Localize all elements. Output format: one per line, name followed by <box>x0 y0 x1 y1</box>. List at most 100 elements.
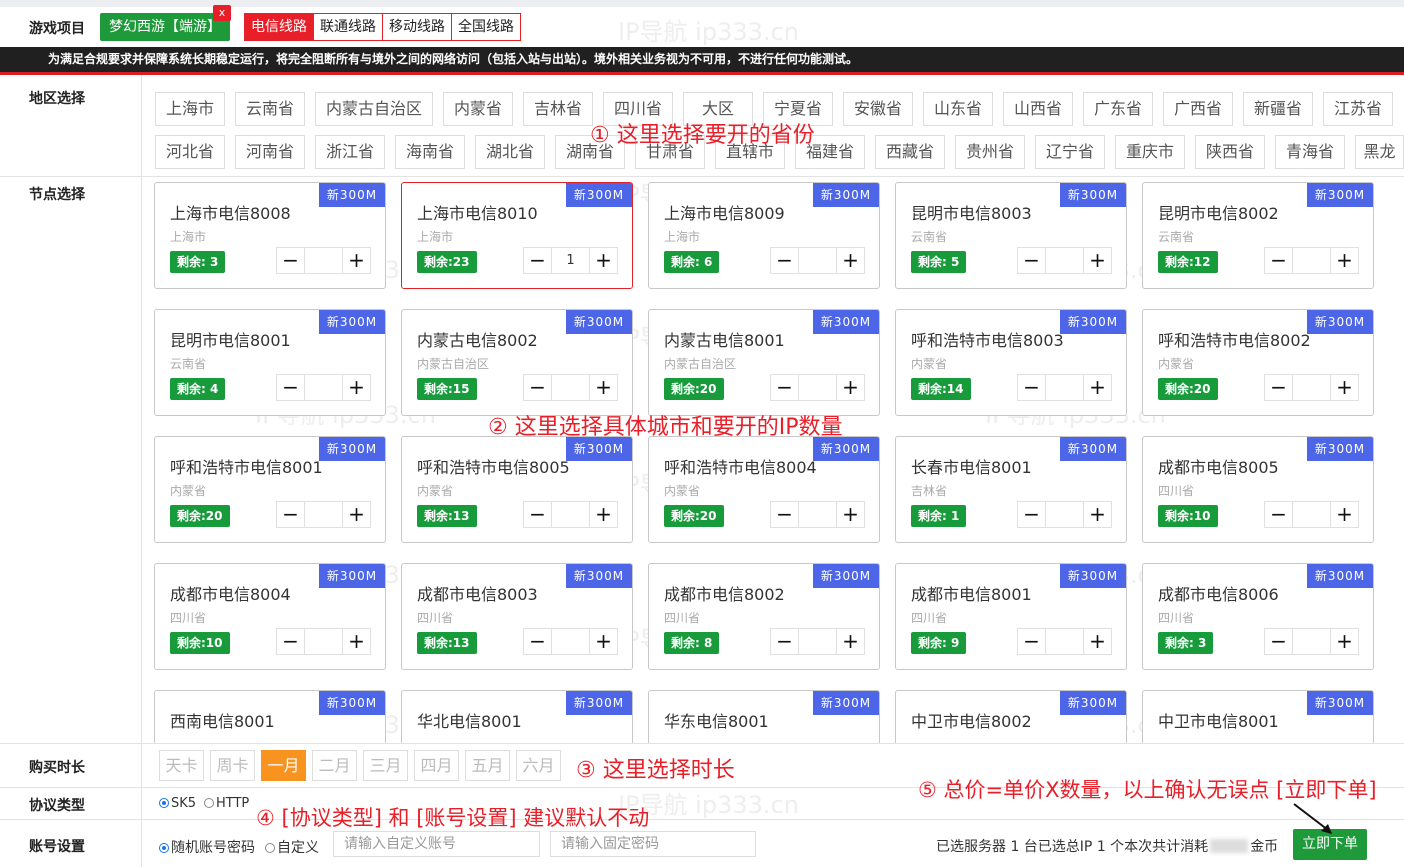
region-button[interactable]: 新疆省 <box>1243 92 1313 126</box>
plus-button[interactable]: + <box>343 248 370 273</box>
node-card[interactable]: 新300M 呼和浩特市电信8003 内蒙省 剩余:14− + <box>895 309 1127 416</box>
region-button[interactable]: 上海市 <box>155 92 225 126</box>
node-card[interactable]: 新300M 西南电信8001 <box>154 690 386 743</box>
line-tab-3[interactable]: 全国线路 <box>451 14 520 40</box>
node-card[interactable]: 新300M 成都市电信8002 四川省 剩余: 8− + <box>648 563 880 670</box>
quantity-input[interactable] <box>798 502 837 527</box>
node-card[interactable]: 新300M 昆明市电信8002 云南省 剩余:12− + <box>1142 182 1374 289</box>
remove-game-icon[interactable]: x <box>213 5 231 21</box>
duration-button[interactable]: 三月 <box>363 750 408 781</box>
quantity-input[interactable] <box>304 375 343 400</box>
node-card[interactable]: 新300M 中卫市电信8001 <box>1142 690 1374 743</box>
region-button[interactable]: 吉林省 <box>523 92 593 126</box>
duration-button[interactable]: 周卡 <box>210 750 255 781</box>
duration-button[interactable]: 六月 <box>516 750 561 781</box>
minus-button[interactable]: − <box>1265 629 1292 654</box>
region-button[interactable]: 西藏省 <box>875 135 945 169</box>
quantity-input[interactable] <box>798 375 837 400</box>
node-card[interactable]: 新300M 成都市电信8003 四川省 剩余:13− + <box>401 563 633 670</box>
quantity-input[interactable]: 1 <box>551 248 590 273</box>
duration-button[interactable]: 二月 <box>312 750 357 781</box>
duration-button[interactable]: 五月 <box>465 750 510 781</box>
minus-button[interactable]: − <box>771 629 798 654</box>
minus-button[interactable]: − <box>1018 248 1045 273</box>
region-button[interactable]: 青海省 <box>1275 135 1345 169</box>
minus-button[interactable]: − <box>1265 375 1292 400</box>
line-tab-0[interactable]: 电信线路 <box>245 14 313 40</box>
plus-button[interactable]: + <box>343 502 370 527</box>
plus-button[interactable]: + <box>343 629 370 654</box>
duration-button[interactable]: 一月 <box>261 750 306 781</box>
minus-button[interactable]: − <box>524 502 551 527</box>
node-card[interactable]: 新300M 昆明市电信8003 云南省 剩余: 5− + <box>895 182 1127 289</box>
node-card[interactable]: 新300M 成都市电信8004 四川省 剩余:10− + <box>154 563 386 670</box>
minus-button[interactable]: − <box>1265 248 1292 273</box>
node-card[interactable]: 新300M 中卫市电信8002 <box>895 690 1127 743</box>
node-card[interactable]: 新300M 上海市电信8009 上海市 剩余: 6− + <box>648 182 880 289</box>
node-card[interactable]: 新300M 呼和浩特市电信8001 内蒙省 剩余:20− + <box>154 436 386 543</box>
node-card[interactable]: 新300M 上海市电信8010 上海市 剩余:23 −1 + <box>401 182 633 289</box>
plus-button[interactable]: + <box>1084 629 1111 654</box>
minus-button[interactable]: − <box>524 629 551 654</box>
plus-button[interactable]: + <box>590 629 617 654</box>
plus-button[interactable]: + <box>837 248 864 273</box>
region-button[interactable]: 内蒙省 <box>443 92 513 126</box>
region-button[interactable]: 内蒙古自治区 <box>315 92 433 126</box>
plus-button[interactable]: + <box>1084 248 1111 273</box>
node-card[interactable]: 新300M 呼和浩特市电信8002 内蒙省 剩余:20− + <box>1142 309 1374 416</box>
quantity-input[interactable] <box>1292 629 1331 654</box>
region-button[interactable]: 重庆市 <box>1115 135 1185 169</box>
quantity-input[interactable] <box>1292 375 1331 400</box>
quantity-input[interactable] <box>551 502 590 527</box>
plus-button[interactable]: + <box>837 629 864 654</box>
region-button[interactable]: 海南省 <box>395 135 465 169</box>
node-card[interactable]: 新300M 昆明市电信8001 云南省 剩余: 4− + <box>154 309 386 416</box>
node-card[interactable]: 新300M 呼和浩特市电信8005 内蒙省 剩余:13− + <box>401 436 633 543</box>
line-tab-2[interactable]: 移动线路 <box>382 14 451 40</box>
quantity-input[interactable] <box>304 502 343 527</box>
region-button[interactable]: 湖北省 <box>475 135 545 169</box>
duration-button[interactable]: 天卡 <box>159 750 204 781</box>
region-button[interactable]: 云南省 <box>235 92 305 126</box>
node-card[interactable]: 新300M 成都市电信8006 四川省 剩余: 3− + <box>1142 563 1374 670</box>
quantity-input[interactable] <box>1045 248 1084 273</box>
radio-icon[interactable] <box>204 798 214 808</box>
plus-button[interactable]: + <box>590 502 617 527</box>
plus-button[interactable]: + <box>837 375 864 400</box>
minus-button[interactable]: − <box>1018 375 1045 400</box>
minus-button[interactable]: − <box>771 375 798 400</box>
region-button[interactable]: 浙江省 <box>315 135 385 169</box>
minus-button[interactable]: − <box>1265 502 1292 527</box>
region-button[interactable]: 广东省 <box>1083 92 1153 126</box>
protocol-http-option[interactable]: HTTP <box>204 796 249 811</box>
plus-button[interactable]: + <box>837 502 864 527</box>
minus-button[interactable]: − <box>524 248 551 273</box>
plus-button[interactable]: + <box>590 375 617 400</box>
line-tab-1[interactable]: 联通线路 <box>313 14 382 40</box>
account-custom-option[interactable]: 自定义 <box>265 837 319 857</box>
minus-button[interactable]: − <box>277 502 304 527</box>
account-random-option[interactable]: 随机账号密码 <box>159 837 255 857</box>
plus-button[interactable]: + <box>343 375 370 400</box>
radio-checked-icon[interactable] <box>159 843 169 853</box>
node-card[interactable]: 新300M 长春市电信8001 吉林省 剩余: 1− + <box>895 436 1127 543</box>
region-button[interactable]: 山东省 <box>923 92 993 126</box>
radio-checked-icon[interactable] <box>159 798 169 808</box>
plus-button[interactable]: + <box>1331 248 1358 273</box>
region-button[interactable]: 江苏省 <box>1323 92 1393 126</box>
node-card[interactable]: 新300M 华北电信8001 <box>401 690 633 743</box>
node-card[interactable]: 新300M 成都市电信8005 四川省 剩余:10− + <box>1142 436 1374 543</box>
region-button[interactable]: 陕西省 <box>1195 135 1265 169</box>
quantity-input[interactable] <box>551 375 590 400</box>
node-card[interactable]: 新300M 内蒙古电信8002 内蒙古自治区 剩余:15− + <box>401 309 633 416</box>
quantity-input[interactable] <box>304 629 343 654</box>
plus-button[interactable]: + <box>1084 502 1111 527</box>
quantity-input[interactable] <box>1045 629 1084 654</box>
quantity-input[interactable] <box>798 248 837 273</box>
plus-button[interactable]: + <box>590 248 617 273</box>
protocol-sk5-option[interactable]: SK5 <box>159 796 196 811</box>
region-button[interactable]: 贵州省 <box>955 135 1025 169</box>
node-card[interactable]: 新300M 上海市电信8008 上海市 剩余: 3− + <box>154 182 386 289</box>
minus-button[interactable]: − <box>277 248 304 273</box>
minus-button[interactable]: − <box>277 375 304 400</box>
